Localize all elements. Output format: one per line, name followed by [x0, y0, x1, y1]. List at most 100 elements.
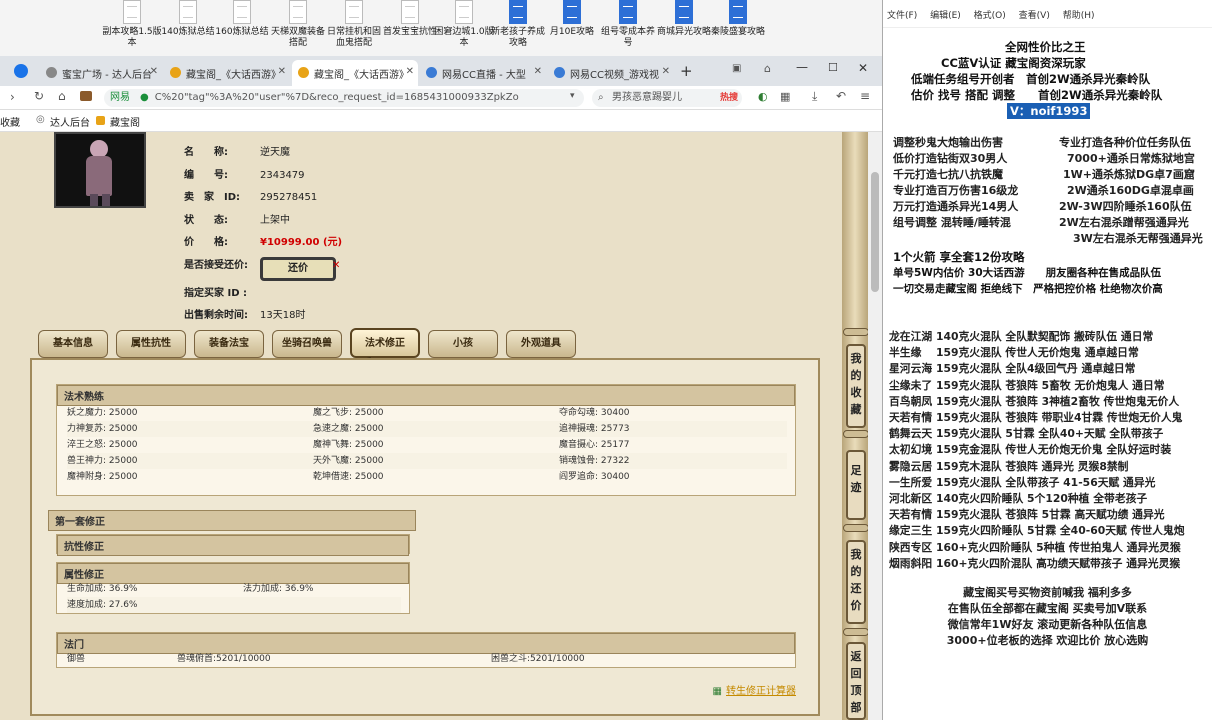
- site-favicon-icon: [298, 67, 309, 78]
- bookmark-folder[interactable]: 收藏: [0, 114, 20, 129]
- pin-icon[interactable]: ⌂: [764, 62, 771, 75]
- text-line: 万元打造通杀异光14男人: [893, 200, 1019, 213]
- browser-tab[interactable]: 蜜宝广场 - 达人后台 ✕: [40, 60, 162, 86]
- tab-equipment[interactable]: 装备法宝: [194, 330, 264, 358]
- tab-label: 法术修正: [365, 338, 405, 349]
- tab-title: 蜜宝广场 - 达人后台: [62, 70, 152, 81]
- tab-label: 属性抗性: [131, 338, 171, 349]
- tab-attribute-resist[interactable]: 属性抗性: [116, 330, 186, 358]
- table-cell: 困兽之斗:5201/10000: [491, 654, 585, 664]
- url-field[interactable]: 网易 ● C%20"tag"%3A%20"user"%7D&reco_request…: [104, 89, 584, 107]
- browser-tab-active[interactable]: 藏宝阁_《大话西游》 ✕: [292, 60, 418, 86]
- browser-tab[interactable]: 网易CC视频_游戏视 ✕: [548, 60, 674, 86]
- calculator-icon: ▦: [712, 686, 722, 697]
- text-line: 1W+通杀炼狱DG卓7画窟: [1063, 168, 1195, 181]
- maximize-icon[interactable]: ☐: [828, 61, 838, 74]
- desktop-file-label: 140炼狱总结: [161, 27, 215, 37]
- tab-spell-correction[interactable]: 法术修正: [350, 328, 420, 358]
- time-label: 出售剩余时间:: [184, 310, 248, 321]
- item-name: 逆天魔: [260, 147, 290, 158]
- briefcase-icon[interactable]: [80, 91, 92, 101]
- tab-child[interactable]: 小孩: [428, 330, 498, 358]
- site-favicon-icon: [96, 116, 105, 125]
- notepad-text-area[interactable]: 全网性价比之王 CC蓝V认证 藏宝阁资深玩家 低端任务组号开创者 首创2W通杀异…: [883, 29, 1212, 720]
- text-line: 千元打造七抗八抗铁魔: [893, 168, 1003, 181]
- desktop-file-icon[interactable]: 商城异光攻略: [654, 0, 714, 38]
- tab-title: 网易CC视频_游戏视: [570, 70, 659, 81]
- menu-help[interactable]: 帮助(H): [1063, 11, 1095, 21]
- scrollbar-thumb[interactable]: [871, 172, 879, 292]
- close-tab-icon[interactable]: ✕: [278, 66, 286, 77]
- desktop-file-icon[interactable]: 组号零成本养号: [598, 0, 658, 49]
- footprint-button[interactable]: 足迹: [846, 450, 866, 520]
- back-to-top-button[interactable]: 返回顶部: [846, 642, 866, 720]
- desktop-file-icon[interactable]: 日常挂机和固血鬼搭配: [324, 0, 384, 49]
- globe-icon: [46, 67, 57, 78]
- desktop-file-icon[interactable]: 天梯双魔装备搭配: [268, 0, 328, 49]
- new-tab-icon[interactable]: +: [680, 62, 693, 80]
- bookmark-link[interactable]: 达人后台: [50, 114, 90, 129]
- download-icon[interactable]: ⤓: [812, 89, 817, 104]
- menu-file[interactable]: 文件(F): [887, 11, 917, 21]
- gate-section: 法门 御兽 兽魂俯首:5201/10000 困兽之斗:5201/10000: [56, 632, 796, 668]
- desktop-file-icon[interactable]: 困窘边城1.0版本: [434, 0, 494, 49]
- undo-icon[interactable]: ↶: [836, 89, 846, 103]
- browser-logo-icon[interactable]: [14, 64, 28, 78]
- desktop-file-icon[interactable]: 新老孩子养成攻略: [488, 0, 548, 49]
- desktop-file-label: 首发宝宝抗性: [382, 27, 437, 37]
- document-icon: [401, 0, 419, 24]
- section-title: 法术熟练: [57, 385, 795, 406]
- apps-grid-icon[interactable]: ▦: [780, 90, 790, 103]
- minimize-icon[interactable]: —: [796, 60, 808, 74]
- menu-format[interactable]: 格式(O): [974, 11, 1006, 21]
- desktop-file-icon[interactable]: 月10E攻略: [542, 0, 602, 38]
- calculator-link[interactable]: ▦ 转生修正计算器: [713, 682, 796, 697]
- desktop-file-icon[interactable]: 首发宝宝抗性: [380, 0, 440, 38]
- tab-title: 网易CC直播 - 大型: [442, 70, 526, 81]
- desktop-file-icon[interactable]: 160炼狱总结: [212, 0, 272, 38]
- browser-tab[interactable]: 网易CC直播 - 大型 ✕: [420, 60, 546, 86]
- browser-menu-icon[interactable]: ≡: [860, 89, 870, 103]
- reload-icon[interactable]: ↻: [34, 89, 44, 103]
- section-title: 抗性修正: [57, 535, 409, 556]
- bargain-button[interactable]: 还价: [260, 256, 336, 281]
- close-icon[interactable]: ✕: [332, 255, 340, 278]
- browser-tab[interactable]: 藏宝阁_《大话西游》 ✕: [164, 60, 290, 86]
- forward-icon[interactable]: ›: [10, 90, 15, 104]
- menu-edit[interactable]: 编辑(E): [930, 11, 961, 21]
- window-menu-icon[interactable]: ▣: [732, 63, 741, 74]
- extension-icon[interactable]: ◐: [758, 90, 768, 103]
- close-tab-icon[interactable]: ✕: [406, 66, 414, 77]
- close-tab-icon[interactable]: ✕: [534, 66, 542, 77]
- text-line: 1个火箭 享全套12份攻略: [893, 250, 1025, 264]
- tab-basic-info[interactable]: 基本信息: [38, 330, 108, 358]
- list-item: 百鸟朝凤 159克火混队 苍狼阵 3神植2畜牧 传世炮鬼无价人: [889, 394, 1180, 408]
- list-item: 缘定三生 159克火四阶睡队 5甘霖 全40-60天赋 传世人鬼炮: [889, 524, 1185, 538]
- dropdown-icon[interactable]: ▾: [570, 91, 575, 101]
- text-line: 估价 找号 搭配 调整 首创2W通杀异光秦岭队: [911, 88, 1163, 102]
- search-field[interactable]: ⌕ 男孩恶意踢婴儿 热搜: [592, 89, 742, 107]
- desktop-file-icon[interactable]: 秦陵盛宴攻略: [708, 0, 768, 38]
- desktop-file-icon[interactable]: 副本攻略1.5版本: [102, 0, 162, 49]
- my-favorites-button[interactable]: 我的收藏: [846, 344, 866, 428]
- close-tab-icon[interactable]: ✕: [150, 66, 158, 77]
- search-placeholder: 男孩恶意踢婴儿: [612, 92, 682, 103]
- tab-appearance[interactable]: 外观道具: [506, 330, 576, 358]
- page-scrollbar[interactable]: [868, 132, 882, 720]
- document-icon: [123, 0, 141, 24]
- list-item: 太初幻境 159克金混队 传世人无价炮无价鬼 全队好运时装: [889, 443, 1172, 457]
- table-cell: 天外飞魔: 25000: [313, 456, 384, 466]
- close-tab-icon[interactable]: ✕: [662, 66, 670, 77]
- my-bargains-button[interactable]: 我的还价: [846, 540, 866, 624]
- browser-tab-bar: 蜜宝广场 - 达人后台 ✕ 藏宝阁_《大话西游》 ✕ 藏宝阁_《大话西游》 ✕ 网易C…: [0, 56, 882, 86]
- home-icon[interactable]: ⌂: [58, 89, 66, 103]
- desktop-file-icon[interactable]: 140炼狱总结: [158, 0, 218, 38]
- table-cell: 夺命勾魂: 30400: [559, 408, 630, 418]
- close-window-icon[interactable]: ✕: [858, 61, 868, 75]
- bookmark-link[interactable]: 藏宝阁: [110, 114, 140, 129]
- tab-mount-summon[interactable]: 坐骑召唤兽: [272, 330, 342, 358]
- list-item: 雾隐云居 159克木混队 苍狼阵 通异光 灵猴8禁制: [889, 459, 1129, 473]
- bargain-button-label: 还价: [288, 262, 308, 274]
- menu-view[interactable]: 查看(V): [1019, 11, 1050, 21]
- text-line: 专业打造各种价位任务队伍: [1059, 136, 1191, 149]
